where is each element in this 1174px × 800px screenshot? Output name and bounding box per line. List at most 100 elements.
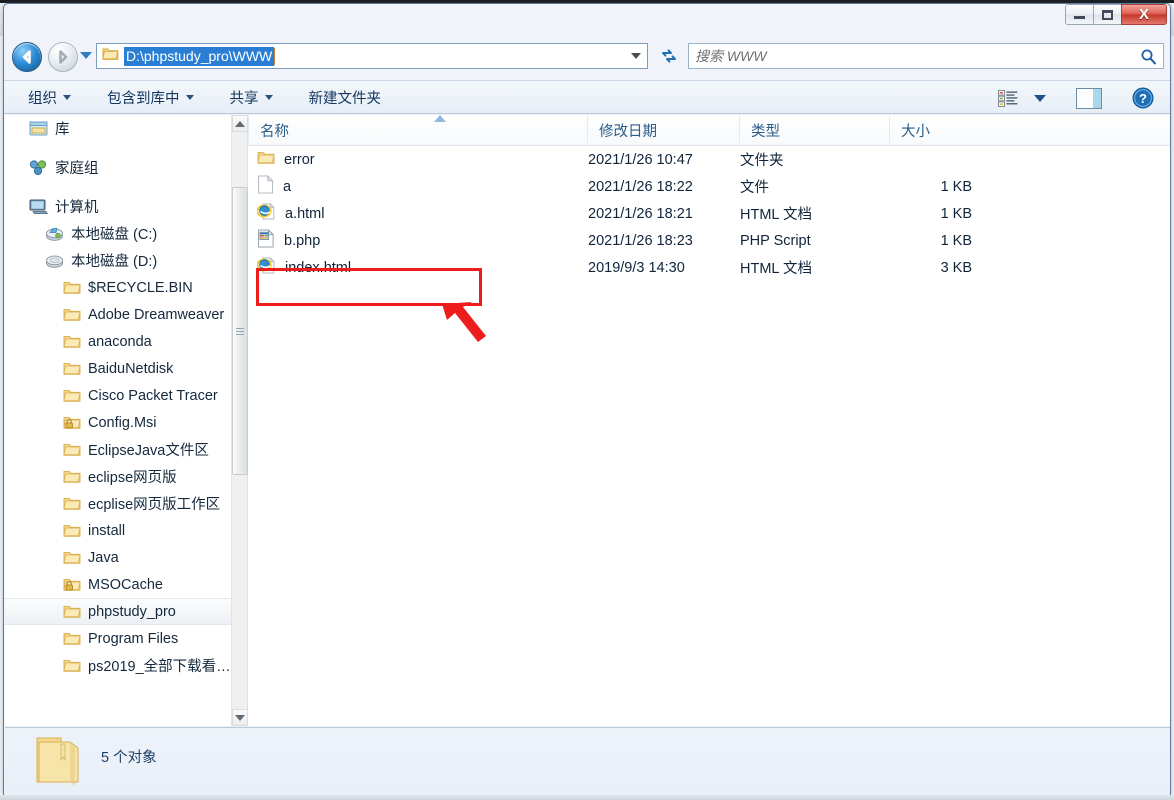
nav-pane-item-eclipse-[interactable]: eclipse网页版 — [5, 463, 247, 490]
close-button[interactable]: X — [1121, 4, 1167, 25]
help-button[interactable]: ? — [1126, 84, 1160, 112]
nav-pane-item-ps2019_-[interactable]: ps2019_全部下载看… — [5, 652, 247, 679]
scroll-down-button[interactable] — [232, 709, 248, 726]
new-folder-button[interactable]: 新建文件夹 — [297, 83, 394, 112]
refresh-button[interactable] — [656, 43, 682, 69]
minimize-button[interactable] — [1065, 4, 1094, 25]
search-box[interactable]: 搜索 WWW — [688, 43, 1164, 69]
blank-file-icon — [257, 174, 274, 198]
file-date-cell: 2021/1/26 18:21 — [588, 205, 693, 222]
nav-pane-item--[interactable]: 库 — [5, 115, 247, 142]
change-view-dropdown[interactable] — [1028, 92, 1052, 105]
nav-pane-item-java[interactable]: Java — [5, 544, 247, 571]
address-bar[interactable]: D:\phpstudy_pro\WWW — [96, 43, 648, 69]
folder-icon — [63, 550, 81, 565]
address-input-text[interactable]: D:\phpstudy_pro\WWW — [124, 46, 275, 66]
search-input[interactable]: 搜索 WWW — [695, 46, 1140, 66]
nav-pane-item-phpstudy_pro[interactable]: phpstudy_pro — [5, 598, 247, 625]
drive-icon — [45, 252, 64, 269]
file-name-cell[interactable]: error — [257, 150, 315, 169]
nav-pane-item-cisco-packet-tracer[interactable]: Cisco Packet Tracer — [5, 382, 247, 409]
preview-pane-button[interactable] — [1070, 85, 1108, 112]
nav-pane-item-label: Adobe Dreamweaver — [88, 306, 225, 323]
navigation-pane[interactable]: 库 家庭组 计算机 本地磁盘 (C:) 本地磁盘 (D:) $RECYCLE.B… — [5, 115, 248, 726]
column-header-label: 大小 — [901, 124, 930, 140]
folder-icon — [31, 734, 85, 795]
command-bar: 组织 包含到库中 共享 新建文件夹 ? — [4, 80, 1170, 114]
forward-button[interactable] — [48, 42, 78, 72]
column-header-date-modified[interactable]: 修改日期 — [587, 115, 739, 146]
computer-icon — [29, 198, 48, 215]
file-list-pane[interactable]: 名称 修改日期 类型 大小 error 2021/1/26 10:47 文件夹 a 2021… — [248, 115, 1170, 726]
nav-pane-item--d-[interactable]: 本地磁盘 (D:) — [5, 247, 247, 274]
nav-pane-item--c-[interactable]: 本地磁盘 (C:) — [5, 220, 247, 247]
file-name-label: index.html — [285, 259, 352, 276]
nav-pane-item-label: BaiduNetdisk — [88, 360, 174, 377]
column-header-name[interactable]: 名称 — [248, 115, 587, 146]
file-name-cell[interactable]: b.php — [257, 228, 320, 252]
maximize-restore-button[interactable] — [1093, 4, 1122, 25]
file-size-cell: 1 KB — [940, 178, 972, 195]
column-header-size[interactable]: 大小 — [889, 115, 989, 146]
chevron-down-icon[interactable] — [631, 53, 641, 59]
nav-pane-item-baidunetdisk[interactable]: BaiduNetdisk — [5, 355, 247, 382]
file-type-cell: HTML 文档 — [740, 261, 812, 277]
chevron-down-icon — [185, 94, 194, 100]
list-view-icon — [998, 89, 1018, 107]
nav-pane-item-label: ecplise网页版工作区 — [88, 497, 221, 513]
organize-menu[interactable]: 组织 — [16, 83, 83, 112]
locked-folder-icon — [63, 415, 81, 430]
nav-pane-item-msocache[interactable]: MSOCache — [5, 571, 247, 598]
change-view-button[interactable] — [992, 87, 1024, 110]
share-with-menu[interactable]: 共享 — [218, 83, 285, 112]
search-icon[interactable] — [1140, 48, 1157, 65]
nav-pane-item--[interactable]: 家庭组 — [5, 154, 247, 181]
folder-icon — [63, 388, 81, 403]
nav-pane-item--recycle.bin[interactable]: $RECYCLE.BIN — [5, 274, 247, 301]
share-with-label: 共享 — [229, 90, 259, 107]
file-row[interactable]: index.html 2019/9/3 14:30 HTML 文档 3 KB — [248, 254, 1170, 281]
help-icon: ? — [1132, 87, 1154, 109]
chevron-down-icon — [63, 94, 71, 100]
file-date-cell: 2021/1/26 10:47 — [588, 151, 693, 168]
folder-icon — [257, 150, 275, 169]
scrollbar-thumb[interactable] — [232, 187, 248, 475]
file-name-cell[interactable]: a.html — [256, 202, 325, 225]
window-bottom-frame — [0, 795, 1174, 800]
scroll-up-button[interactable] — [232, 115, 248, 132]
chevron-down-icon — [1034, 94, 1046, 102]
file-row[interactable]: a.html 2021/1/26 18:21 HTML 文档 1 KB — [248, 200, 1170, 227]
library-icon — [29, 120, 48, 137]
new-folder-label: 新建文件夹 — [308, 90, 382, 107]
recent-pages-dropdown[interactable] — [80, 52, 92, 59]
preview-pane-icon — [1076, 87, 1102, 109]
file-name-cell[interactable]: a — [257, 174, 291, 198]
file-name-cell[interactable]: index.html — [256, 256, 352, 279]
nav-pane-item-install[interactable]: install — [5, 517, 247, 544]
include-in-library-menu[interactable]: 包含到库中 — [95, 83, 206, 112]
file-date-cell: 2021/1/26 18:23 — [588, 232, 693, 249]
back-button[interactable] — [12, 42, 42, 72]
file-row[interactable]: error 2021/1/26 10:47 文件夹 — [248, 146, 1170, 173]
forward-arrow-icon — [59, 50, 68, 64]
nav-pane-item-anaconda[interactable]: anaconda — [5, 328, 247, 355]
refresh-icon — [662, 49, 676, 63]
nav-pane-item-ecplise-[interactable]: ecplise网页版工作区 — [5, 490, 247, 517]
folder-icon — [102, 46, 119, 66]
nav-pane-item--[interactable]: 计算机 — [5, 193, 247, 220]
locked-folder-icon — [63, 577, 81, 592]
file-size-cell: 3 KB — [940, 259, 972, 276]
nav-pane-item-eclipsejava-[interactable]: EclipseJava文件区 — [5, 436, 247, 463]
file-type-cell: 文件夹 — [740, 153, 784, 169]
scroll-down-icon — [235, 714, 245, 721]
nav-pane-item-adobe-dreamweaver[interactable]: Adobe Dreamweaver — [5, 301, 247, 328]
nav-pane-item-program-files[interactable]: Program Files — [5, 625, 247, 652]
folder-icon — [63, 523, 81, 538]
navigation-pane-scrollbar[interactable] — [231, 115, 248, 726]
column-header-row: 名称 修改日期 类型 大小 — [248, 115, 1170, 146]
column-header-type[interactable]: 类型 — [739, 115, 889, 146]
file-row[interactable]: b.php 2021/1/26 18:23 PHP Script 1 KB — [248, 227, 1170, 254]
file-row[interactable]: a 2021/1/26 18:22 文件 1 KB — [248, 173, 1170, 200]
folder-icon — [63, 631, 81, 646]
nav-pane-item-config.msi[interactable]: Config.Msi — [5, 409, 247, 436]
